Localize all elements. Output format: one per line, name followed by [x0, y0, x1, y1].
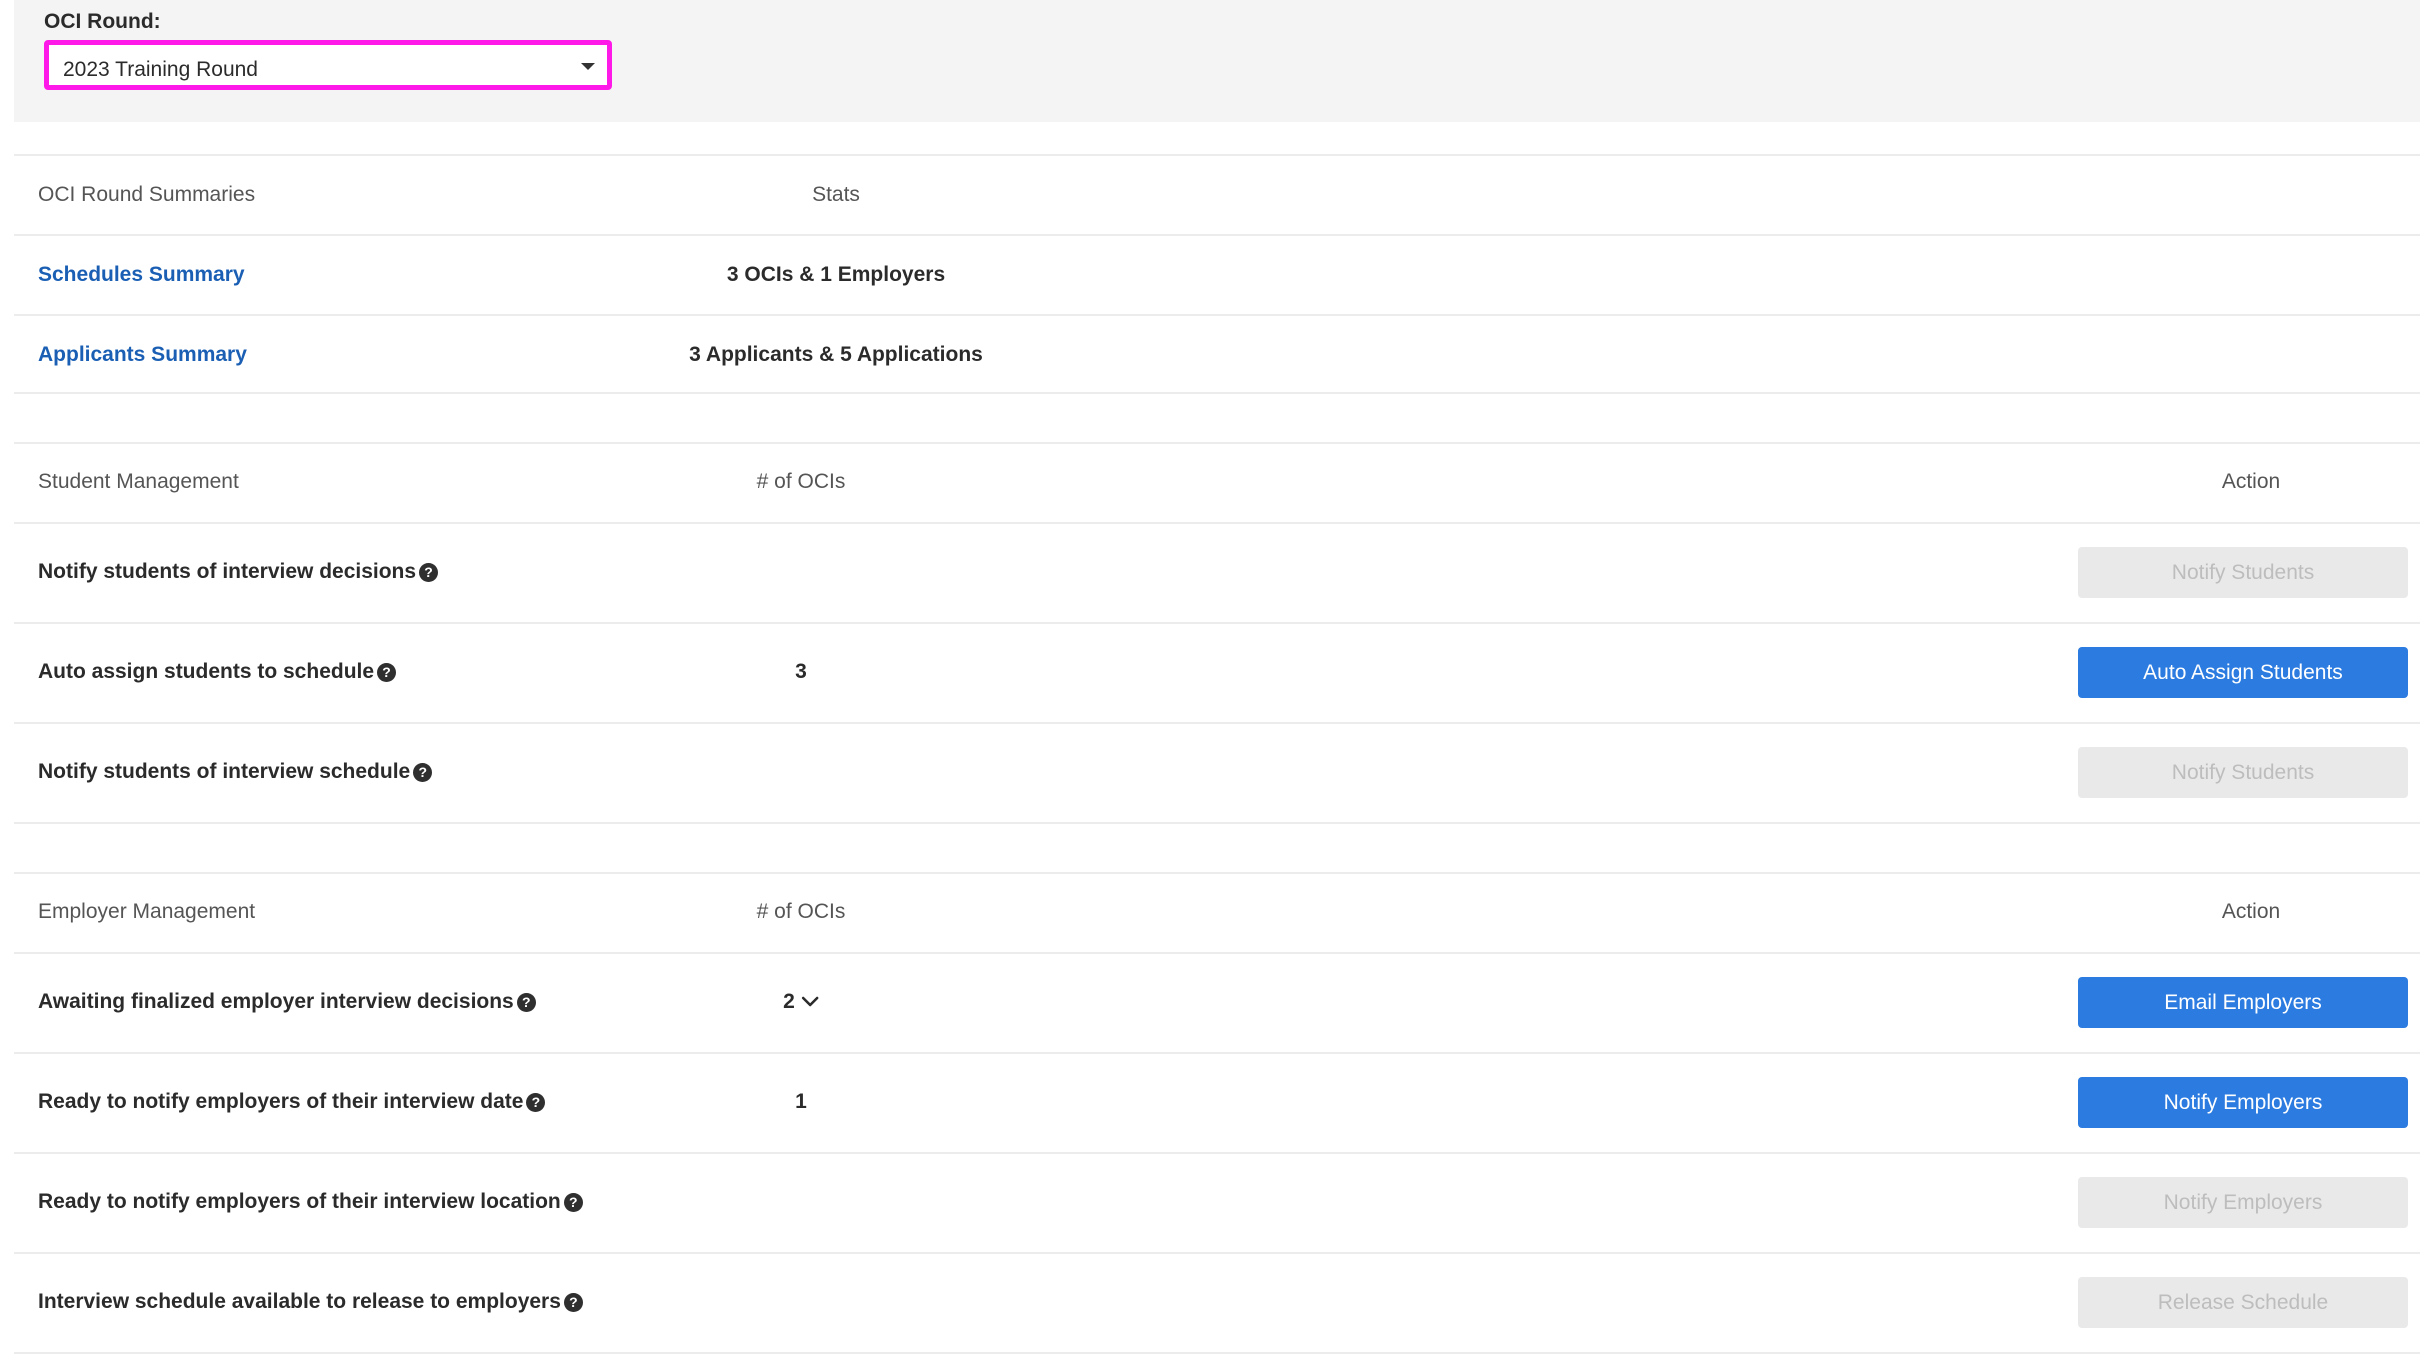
notify-employers-date-button[interactable]: Notify Employers — [2078, 1077, 2408, 1128]
auto-assign-students-button[interactable]: Auto Assign Students — [2078, 647, 2408, 698]
employer-row-label: Ready to notify employers of their inter… — [38, 1190, 583, 1214]
oci-round-label: OCI Round: — [44, 10, 161, 33]
employer-row-text: Awaiting finalized employer interview de… — [38, 990, 514, 1013]
notify-employers-location-button[interactable]: Notify Employers — [2078, 1177, 2408, 1228]
employer-action-header: Action — [2221, 900, 2281, 923]
divider — [14, 1152, 2420, 1154]
question-circle-icon[interactable]: ? — [516, 992, 536, 1012]
question-circle-icon[interactable]: ? — [563, 1292, 583, 1312]
student-action-header: Action — [2221, 470, 2281, 493]
student-count-header: # of OCIs — [756, 470, 846, 493]
applicants-summary-link[interactable]: Applicants Summary — [38, 343, 247, 367]
question-circle-icon[interactable]: ? — [563, 1192, 583, 1212]
divider — [14, 872, 2420, 874]
caret-down-icon — [581, 63, 595, 70]
student-row-label: Notify students of interview schedule ? — [38, 760, 433, 784]
release-schedule-button[interactable]: Release Schedule — [2078, 1277, 2408, 1328]
student-row-count: 3 — [795, 660, 807, 683]
question-circle-icon[interactable]: ? — [526, 1092, 546, 1112]
schedules-summary-link[interactable]: Schedules Summary — [38, 263, 245, 287]
summaries-header-stats: Stats — [812, 183, 860, 206]
divider — [14, 442, 2420, 444]
question-circle-icon[interactable]: ? — [413, 762, 433, 782]
employer-row-count: 1 — [795, 1090, 807, 1113]
oci-round-filter-panel: OCI Round: 2023 Training Round — [14, 0, 2420, 122]
oci-round-selected-value: 2023 Training Round — [63, 58, 258, 81]
student-row-text: Notify students of interview schedule — [38, 760, 411, 783]
employer-management-header: Employer Management — [38, 900, 256, 923]
applicants-summary-stats: 3 Applicants & 5 Applications — [689, 343, 983, 366]
student-row-label: Auto assign students to schedule ? — [38, 660, 397, 684]
student-row-text: Notify students of interview decisions — [38, 560, 417, 583]
employer-row-label: Awaiting finalized employer interview de… — [38, 990, 536, 1014]
divider — [14, 722, 2420, 724]
employer-row-label: Ready to notify employers of their inter… — [38, 1090, 546, 1114]
question-circle-icon[interactable]: ? — [377, 662, 397, 682]
employer-row-label: Interview schedule available to release … — [38, 1290, 583, 1314]
employer-row-text: Ready to notify employers of their inter… — [38, 1190, 561, 1213]
employer-row-text: Interview schedule available to release … — [38, 1290, 561, 1313]
divider — [14, 234, 2420, 236]
divider — [14, 154, 2420, 156]
oci-round-select[interactable]: 2023 Training Round — [44, 40, 612, 90]
student-management-header: Student Management — [38, 470, 239, 493]
divider — [14, 1052, 2420, 1054]
divider — [14, 314, 2420, 316]
question-circle-icon[interactable]: ? — [419, 562, 439, 582]
student-row-label: Notify students of interview decisions ? — [38, 560, 439, 584]
email-employers-button[interactable]: Email Employers — [2078, 977, 2408, 1028]
employer-row-count: 2 — [783, 990, 795, 1013]
divider — [14, 1352, 2420, 1354]
notify-students-schedule-button[interactable]: Notify Students — [2078, 747, 2408, 798]
oci-admin-page: OCI Round: 2023 Training Round OCI Round… — [0, 0, 2434, 1370]
divider — [14, 822, 2420, 824]
student-row-text: Auto assign students to schedule — [38, 660, 375, 683]
employer-row-text: Ready to notify employers of their inter… — [38, 1090, 524, 1113]
summaries-header-label: OCI Round Summaries — [38, 183, 256, 206]
notify-students-decisions-button[interactable]: Notify Students — [2078, 547, 2408, 598]
divider — [14, 392, 2420, 394]
divider — [14, 522, 2420, 524]
divider — [14, 1252, 2420, 1254]
divider — [14, 952, 2420, 954]
employer-row-count-expandable[interactable]: 2 — [783, 990, 819, 1014]
divider — [14, 622, 2420, 624]
schedules-summary-stats: 3 OCIs & 1 Employers — [726, 263, 946, 286]
employer-count-header: # of OCIs — [756, 900, 846, 923]
chevron-down-icon[interactable] — [801, 996, 819, 1008]
